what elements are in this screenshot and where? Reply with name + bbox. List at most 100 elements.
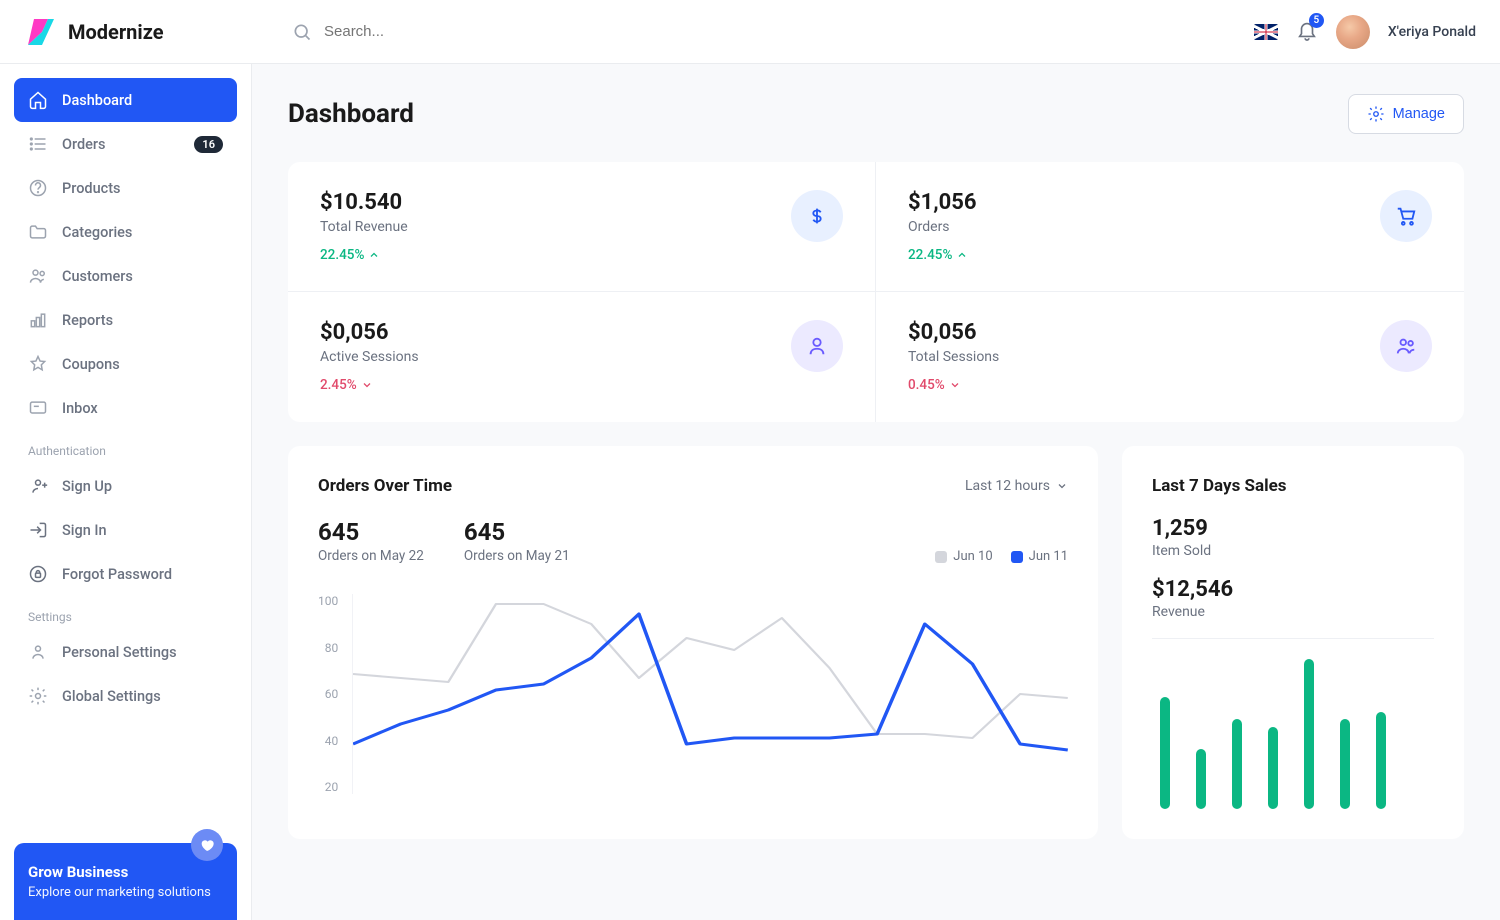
- bar: [1160, 697, 1170, 810]
- message-icon: [28, 398, 48, 418]
- sidebar-item-label: Orders: [62, 136, 106, 153]
- stat-label: Total Revenue: [320, 219, 408, 235]
- brand-area[interactable]: Modernize: [24, 15, 252, 49]
- chart-range-selector[interactable]: Last 12 hours: [965, 478, 1068, 494]
- chevron-up-icon: [956, 249, 968, 261]
- help-circle-icon: [28, 178, 48, 198]
- orders-over-time-card: Orders Over Time Last 12 hours 645 Order…: [288, 446, 1098, 839]
- sidebar-item-coupons[interactable]: Coupons: [14, 342, 237, 386]
- stat-value: $0,056: [320, 320, 419, 345]
- bar: [1376, 712, 1386, 810]
- promo-title: Grow Business: [28, 863, 223, 881]
- sidebar-item-label: Categories: [62, 224, 132, 241]
- notification-badge: 5: [1309, 13, 1324, 28]
- stat-value: $1,056: [908, 190, 977, 215]
- stat-card-active-sessions: $0,056 Active Sessions 2.45%: [288, 292, 876, 422]
- sidebar-item-label: Dashboard: [62, 92, 132, 109]
- brand-name: Modernize: [68, 20, 164, 44]
- sidebar-item-label: Personal Settings: [62, 644, 177, 661]
- sidebar-item-categories[interactable]: Categories: [14, 210, 237, 254]
- sidebar-item-label: Forgot Password: [62, 566, 172, 583]
- sidebar-item-orders[interactable]: Orders 16: [14, 122, 237, 166]
- sidebar-item-dashboard[interactable]: Dashboard: [14, 78, 237, 122]
- page-header: Dashboard Manage: [288, 94, 1464, 134]
- manage-button[interactable]: Manage: [1348, 94, 1464, 134]
- sidebar-item-reports[interactable]: Reports: [14, 298, 237, 342]
- dollar-icon: [806, 205, 828, 227]
- chart-bar-icon: [28, 310, 48, 330]
- sidebar-item-label: Global Settings: [62, 688, 161, 705]
- sidebar-item-label: Reports: [62, 312, 113, 329]
- stat-value: $0,056: [908, 320, 999, 345]
- app-header: Modernize 5 X'eriya Ponald: [0, 0, 1500, 64]
- search-area: [252, 22, 1254, 42]
- home-icon: [28, 90, 48, 110]
- sidebar-item-label: Coupons: [62, 356, 120, 373]
- mini-stat-label: Orders on May 21: [464, 548, 570, 564]
- bar: [1304, 659, 1314, 809]
- sidebar-item-signin[interactable]: Sign In: [14, 508, 237, 552]
- sales-title: Last 7 Days Sales: [1152, 476, 1434, 496]
- sidebar-item-signup[interactable]: Sign Up: [14, 464, 237, 508]
- sidebar-item-customers[interactable]: Customers: [14, 254, 237, 298]
- main-content: Dashboard Manage $10.540 Total Revenue 2…: [252, 64, 1500, 920]
- notifications-button[interactable]: 5: [1296, 19, 1318, 45]
- stat-label: Active Sessions: [320, 349, 419, 365]
- user-icon: [28, 642, 48, 662]
- sidebar: Dashboard Orders 16 Products Categories …: [0, 64, 252, 920]
- divider: [1152, 638, 1434, 639]
- heart-icon: [191, 829, 223, 861]
- sidebar-item-label: Inbox: [62, 400, 98, 417]
- brand-logo-icon: [24, 15, 58, 49]
- sidebar-item-label: Products: [62, 180, 121, 197]
- user-name[interactable]: X'eriya Ponald: [1388, 24, 1476, 40]
- sidebar-item-label: Sign Up: [62, 478, 112, 495]
- promo-card[interactable]: Grow Business Explore our marketing solu…: [14, 843, 237, 920]
- stat-card-revenue: $10.540 Total Revenue 22.45%: [288, 162, 876, 292]
- search-icon: [292, 22, 312, 42]
- sidebar-item-global-settings[interactable]: Global Settings: [14, 674, 237, 718]
- sidebar-item-label: Customers: [62, 268, 133, 285]
- sales-sold-value: 1,259: [1152, 516, 1434, 541]
- bar: [1340, 719, 1350, 809]
- bar-chart: [1152, 659, 1434, 809]
- last-7-days-sales-card: Last 7 Days Sales 1,259 Item Sold $12,54…: [1122, 446, 1464, 839]
- bar: [1232, 719, 1242, 809]
- list-icon: [28, 134, 48, 154]
- promo-subtitle: Explore our marketing solutions: [28, 885, 223, 900]
- gear-icon: [28, 686, 48, 706]
- plot-area: [352, 594, 1068, 794]
- search-input[interactable]: [324, 23, 624, 40]
- user-plus-icon: [28, 476, 48, 496]
- sidebar-item-label: Sign In: [62, 522, 107, 539]
- chart-legend: Jun 10 Jun 11: [935, 549, 1068, 564]
- sidebar-item-forgot-password[interactable]: Forgot Password: [14, 552, 237, 596]
- cart-icon: [1395, 205, 1417, 227]
- stat-card-total-sessions: $0,056 Total Sessions 0.45%: [876, 292, 1464, 422]
- users-icon: [1395, 335, 1417, 357]
- y-axis: 100 80 60 40 20: [318, 594, 352, 794]
- sidebar-item-personal-settings[interactable]: Personal Settings: [14, 630, 237, 674]
- chart-title: Orders Over Time: [318, 476, 452, 496]
- sidebar-item-inbox[interactable]: Inbox: [14, 386, 237, 430]
- gear-icon: [1367, 105, 1385, 123]
- star-icon: [28, 354, 48, 374]
- user-avatar[interactable]: [1336, 15, 1370, 49]
- chevron-down-icon: [949, 379, 961, 391]
- chevron-up-icon: [368, 249, 380, 261]
- stat-icon: [791, 320, 843, 372]
- users-icon: [28, 266, 48, 286]
- manage-button-label: Manage: [1393, 106, 1445, 122]
- stat-label: Total Sessions: [908, 349, 999, 365]
- sidebar-item-products[interactable]: Products: [14, 166, 237, 210]
- bar: [1268, 727, 1278, 810]
- user-icon: [806, 335, 828, 357]
- sales-revenue-value: $12,546: [1152, 577, 1434, 602]
- header-actions: 5 X'eriya Ponald: [1254, 15, 1476, 49]
- orders-count-badge: 16: [194, 136, 223, 153]
- stat-icon: [1380, 320, 1432, 372]
- page-title: Dashboard: [288, 99, 414, 129]
- language-flag-icon[interactable]: [1254, 24, 1278, 40]
- line-chart: 100 80 60 40 20: [318, 594, 1068, 794]
- folder-icon: [28, 222, 48, 242]
